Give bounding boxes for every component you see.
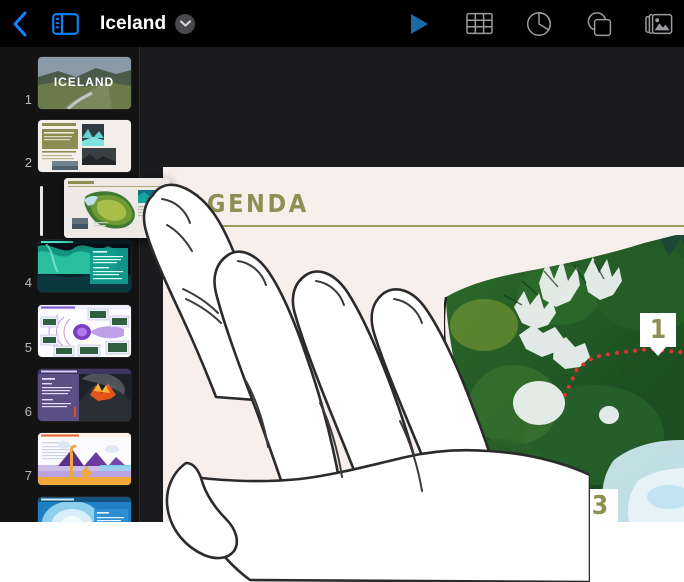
pie-chart-icon bbox=[526, 11, 552, 36]
slide-thumbnail-4[interactable]: 4 bbox=[0, 240, 139, 292]
svg-text:ICELAND: ICELAND bbox=[54, 75, 114, 89]
sidebar-divider bbox=[139, 47, 140, 522]
map-pin-1[interactable]: 1 bbox=[640, 313, 676, 356]
thumb-art-glacier bbox=[38, 497, 131, 522]
thumb-art-magnetosphere bbox=[38, 305, 131, 357]
map-graphic bbox=[444, 235, 684, 522]
slide-thumbnail-2[interactable]: 2 bbox=[0, 120, 139, 172]
slide-title: AGENDA bbox=[187, 189, 309, 218]
keynote-app-window: AGENDA 1 3 1 ICELAND 2 4 5 6 7 Iceland bbox=[0, 0, 684, 582]
slide-thumbnail-5[interactable]: 5 bbox=[0, 305, 139, 357]
document-menu-button[interactable] bbox=[175, 13, 196, 34]
iceland-satellite-map[interactable]: 1 3 bbox=[444, 235, 684, 522]
sidebar-toggle-button[interactable] bbox=[44, 0, 86, 47]
table-grid-icon bbox=[465, 12, 493, 35]
document-title[interactable]: Iceland bbox=[100, 13, 166, 35]
shapes-icon bbox=[587, 11, 612, 36]
thumb-art-agenda-map bbox=[64, 178, 170, 238]
map-pin-3[interactable]: 3 bbox=[582, 489, 618, 522]
slide-thumbnail-image[interactable] bbox=[38, 305, 131, 357]
slide-thumbnail-6[interactable]: 6 bbox=[0, 369, 139, 421]
slide-thumbnail-1[interactable]: 1 ICELAND bbox=[0, 57, 139, 109]
slide-number: 1 bbox=[24, 92, 32, 107]
slide-number: 6 bbox=[24, 404, 32, 419]
slide-thumbnail-image[interactable] bbox=[38, 497, 131, 522]
chevron-down-icon bbox=[179, 20, 191, 27]
table-button[interactable] bbox=[462, 7, 496, 41]
slide-thumbnail-8[interactable]: 8 bbox=[0, 497, 139, 522]
thumb-art-iceland-title: ICELAND bbox=[38, 57, 131, 109]
slide-thumbnail-image[interactable]: ICELAND bbox=[38, 57, 131, 109]
play-button[interactable] bbox=[402, 7, 436, 41]
top-toolbar: Iceland bbox=[0, 0, 684, 47]
chart-button[interactable] bbox=[522, 7, 556, 41]
slide-title-rule bbox=[187, 225, 684, 227]
chevron-left-icon bbox=[13, 11, 27, 36]
slide-thumbnail-image[interactable] bbox=[38, 240, 131, 292]
slide-navigator-sidebar[interactable]: 1 ICELAND 2 4 5 6 7 bbox=[0, 47, 139, 522]
slide-number: 5 bbox=[24, 340, 32, 355]
bottom-bar bbox=[0, 522, 684, 582]
back-button[interactable] bbox=[0, 0, 40, 47]
photos-stack-icon bbox=[645, 13, 673, 34]
slide-number: 4 bbox=[24, 275, 32, 290]
sidebar-panel-icon bbox=[51, 12, 79, 35]
current-slide[interactable]: AGENDA 1 3 bbox=[163, 167, 684, 522]
thumb-art-volcano-photo bbox=[38, 369, 131, 421]
dragged-slide-thumbnail[interactable] bbox=[64, 178, 170, 238]
thumb-art-aurora bbox=[38, 240, 131, 292]
shape-button[interactable] bbox=[582, 7, 616, 41]
slide-number: 7 bbox=[24, 468, 32, 483]
map-pin-label: 1 bbox=[649, 315, 667, 345]
play-triangle-icon bbox=[411, 13, 428, 34]
thumb-art-volcano-diagram bbox=[38, 433, 131, 485]
slide-number: 2 bbox=[24, 155, 32, 170]
slide-insertion-indicator bbox=[40, 186, 43, 236]
slide-thumbnail-image[interactable] bbox=[38, 369, 131, 421]
map-pin-label: 3 bbox=[591, 491, 609, 521]
slide-thumbnail-7[interactable]: 7 bbox=[0, 433, 139, 485]
thumb-art-objectives bbox=[38, 120, 131, 172]
media-button[interactable] bbox=[642, 7, 676, 41]
slide-thumbnail-image[interactable] bbox=[38, 120, 131, 172]
slide-thumbnail-image[interactable] bbox=[38, 433, 131, 485]
